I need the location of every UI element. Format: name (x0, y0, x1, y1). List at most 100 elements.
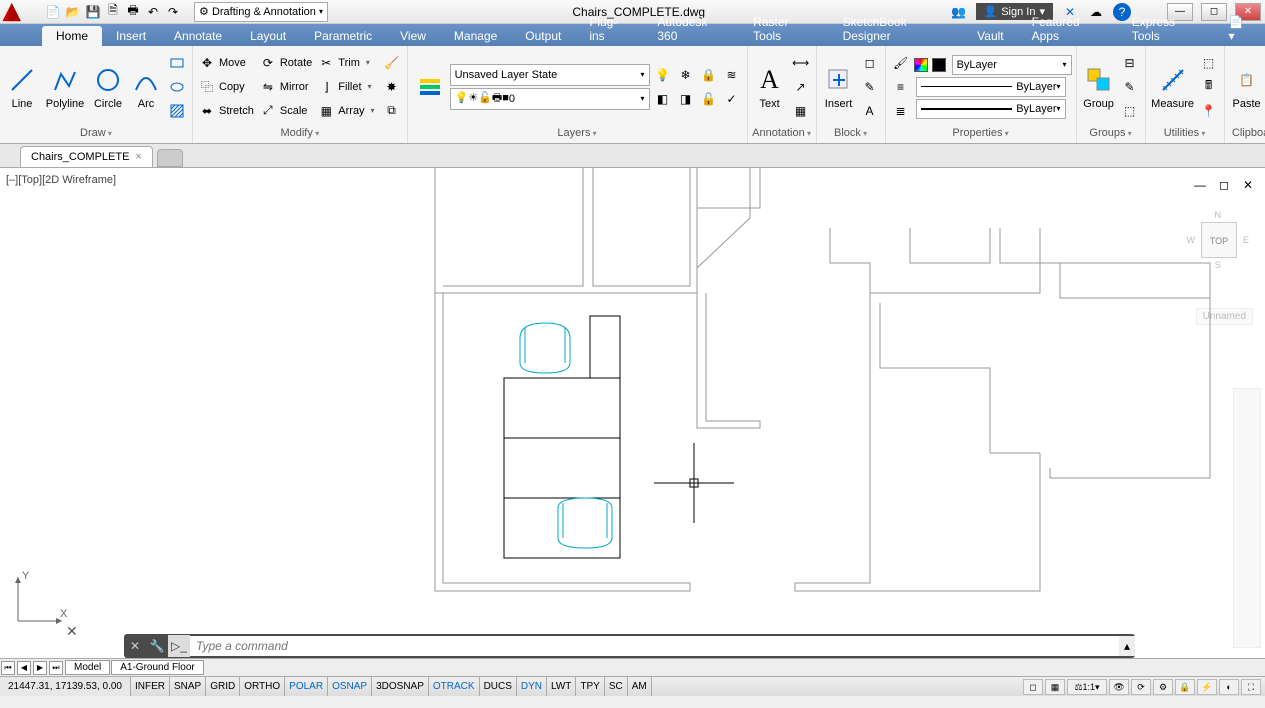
panel-utilities-label[interactable]: Utilities (1150, 125, 1220, 141)
tab-express-tools[interactable]: Express Tools (1118, 12, 1215, 46)
line-tool[interactable]: Line (4, 62, 40, 112)
toggle-3dosnap[interactable]: 3DOSNAP (372, 677, 429, 696)
drawing-canvas[interactable] (0, 168, 1265, 658)
copy-tool[interactable]: ⿻Copy (197, 76, 256, 98)
toggle-otrack[interactable]: OTRACK (429, 677, 480, 696)
tab-plug-ins[interactable]: Plug-ins (575, 12, 643, 46)
panel-layers-label[interactable]: Layers (412, 125, 743, 141)
redo-icon[interactable]: ↷ (164, 3, 182, 21)
list-icon[interactable]: ≡ (890, 76, 912, 98)
tab-autodesk-360[interactable]: Autodesk 360 (643, 12, 739, 46)
create-block-icon[interactable]: ◻ (859, 52, 881, 74)
cmd-config-icon[interactable]: 🔧 (146, 635, 168, 657)
erase-icon[interactable]: 🧹 (381, 52, 403, 74)
tab-home[interactable]: Home (42, 26, 102, 46)
prop-icon[interactable]: ≣ (890, 100, 912, 122)
panel-groups-label[interactable]: Groups (1081, 125, 1141, 141)
toggle-ortho[interactable]: ORTHO (240, 677, 285, 696)
explode-icon[interactable]: ✸ (381, 76, 403, 98)
layer-dropdown[interactable]: 💡☀🔓🖶■ 0▾ (450, 88, 650, 110)
layer-off-icon[interactable]: 💡 (652, 64, 674, 86)
edit-block-icon[interactable]: ✎ (859, 76, 881, 98)
toggle-snap[interactable]: SNAP (170, 677, 206, 696)
tab-insert[interactable]: Insert (102, 26, 160, 46)
scale-tool[interactable]: ⤢Scale (258, 100, 314, 122)
tab-raster-tools[interactable]: Raster Tools (739, 12, 828, 46)
toggle-sc[interactable]: SC (605, 677, 628, 696)
layer-make-icon[interactable]: ✓ (721, 88, 743, 110)
workspace-switch-icon[interactable]: ⚙ (1153, 679, 1173, 695)
linetype-dropdown[interactable]: ByLayer▾ (916, 77, 1066, 97)
app-menu-button[interactable] (0, 1, 40, 23)
leader-icon[interactable]: ↗ (790, 76, 812, 98)
tab-annotate[interactable]: Annotate (160, 26, 236, 46)
tab-parametric[interactable]: Parametric (300, 26, 386, 46)
layout-tab-sheet[interactable]: A1-Ground Floor (111, 660, 203, 675)
save-icon[interactable]: 💾 (84, 3, 102, 21)
cmd-prompt-icon[interactable]: ▷_ (168, 635, 190, 657)
layer-state-dropdown[interactable]: Unsaved Layer State▾ (450, 64, 650, 86)
layout-next-icon[interactable]: ▶ (33, 661, 47, 675)
move-tool[interactable]: ✥Move (197, 52, 256, 74)
workspace-dropdown[interactable]: ⚙ Drafting & Annotation ▾ (194, 2, 328, 22)
ellipse-icon[interactable] (166, 76, 188, 98)
grid-display-icon[interactable]: ▦ (1045, 679, 1065, 695)
toggle-polar[interactable]: POLAR (285, 677, 328, 696)
saveas-icon[interactable]: 🗎 (104, 3, 122, 21)
model-space-icon[interactable]: ◻ (1023, 679, 1043, 695)
layout-first-icon[interactable]: ⏮ (1, 661, 15, 675)
measure-tool[interactable]: Measure (1150, 62, 1196, 112)
array-tool[interactable]: ▦Array▾ (316, 100, 378, 122)
panel-modify-label[interactable]: Modify (197, 125, 403, 141)
layer-match-icon[interactable]: ≋ (721, 64, 743, 86)
trim-tool[interactable]: ✂Trim▾ (316, 52, 378, 74)
offset-icon[interactable]: ⧉ (381, 100, 403, 122)
match-prop-icon[interactable]: 🖌 (890, 52, 912, 74)
table-icon[interactable]: ▦ (790, 100, 812, 122)
tab-manage[interactable]: Manage (440, 26, 511, 46)
ucs-close-icon[interactable]: ✕ (66, 623, 78, 640)
ungroup-icon[interactable]: ⊟ (1119, 52, 1141, 74)
panel-clipboard-label[interactable]: Clipboard (1229, 125, 1265, 141)
close-tab-icon[interactable]: × (135, 151, 141, 163)
rectangle-icon[interactable] (166, 52, 188, 74)
group-select-icon[interactable]: ⬚ (1119, 100, 1141, 122)
ucs-icon[interactable]: YX (10, 569, 70, 632)
mirror-tool[interactable]: ⇋Mirror (258, 76, 314, 98)
cmd-history-icon[interactable]: ▴ (1119, 636, 1135, 656)
toggle-dyn[interactable]: DYN (517, 677, 547, 696)
panel-block-label[interactable]: Block (821, 125, 881, 141)
tab-featured-apps[interactable]: Featured Apps (1018, 12, 1118, 46)
plot-icon[interactable]: 🖶 (124, 3, 142, 21)
new-icon[interactable]: 📄 (44, 3, 62, 21)
tab-view[interactable]: View (386, 26, 440, 46)
layer-unlock-icon[interactable]: 🔓 (698, 88, 720, 110)
group-edit-icon[interactable]: ✎ (1119, 76, 1141, 98)
fillet-tool[interactable]: ⌋Fillet▾ (316, 76, 378, 98)
layer-properties-tool[interactable] (412, 69, 448, 105)
undo-icon[interactable]: ↶ (144, 3, 162, 21)
layer-lock-icon[interactable]: 🔒 (698, 64, 720, 86)
toggle-am[interactable]: AM (628, 677, 652, 696)
open-icon[interactable]: 📂 (64, 3, 82, 21)
toggle-tpy[interactable]: TPY (576, 677, 604, 696)
attr-icon[interactable]: A (859, 100, 881, 122)
cmd-close-icon[interactable]: ✕ (124, 635, 146, 657)
anno-scale-dropdown[interactable]: ⚖1:1▾ (1067, 679, 1107, 695)
toggle-infer[interactable]: INFER (131, 677, 170, 696)
file-tab[interactable]: Chairs_COMPLETE× (20, 146, 153, 167)
hatch-icon[interactable] (166, 100, 188, 122)
new-tab-button[interactable] (157, 149, 183, 167)
toggle-lwt[interactable]: LWT (547, 677, 576, 696)
panel-annotation-label[interactable]: Annotation (752, 125, 812, 141)
tab-vault[interactable]: Vault (963, 26, 1017, 46)
tab-layout[interactable]: Layout (236, 26, 300, 46)
dimension-icon[interactable]: ⟷ (790, 52, 812, 74)
layer-iso-icon[interactable]: ◧ (652, 88, 674, 110)
quick-calc-icon[interactable]: 🖩 (1198, 76, 1220, 98)
coordinates[interactable]: 21447.31, 17139.53, 0.00 (0, 677, 131, 696)
layout-tab-model[interactable]: Model (65, 660, 110, 675)
hardware-accel-icon[interactable]: ⚡ (1197, 679, 1217, 695)
command-input[interactable] (190, 636, 1119, 656)
toggle-osnap[interactable]: OSNAP (328, 677, 372, 696)
